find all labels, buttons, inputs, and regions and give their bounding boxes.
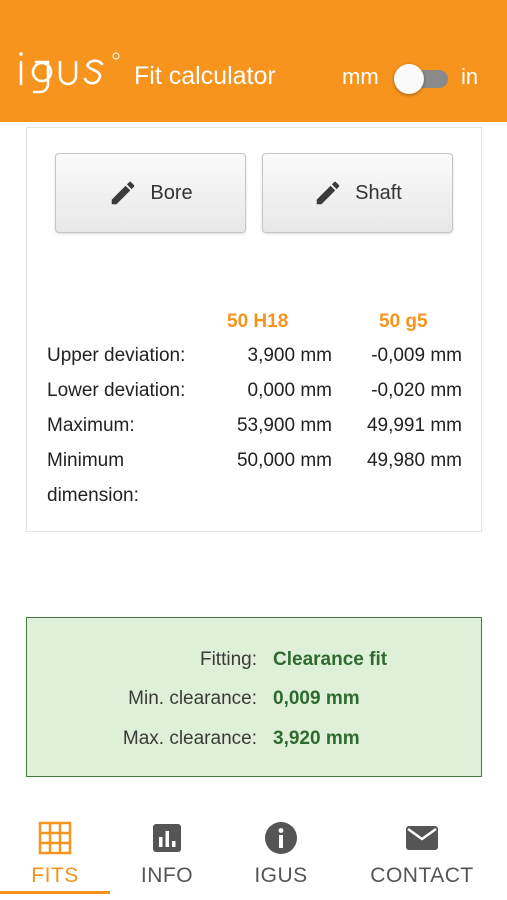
min-clearance-label: Min. clearance: <box>128 688 257 709</box>
app-title: Fit calculator <box>134 62 276 90</box>
bore-lower-deviation: 0,000 mm <box>247 380 332 401</box>
tab-igus[interactable]: IGUS <box>226 800 336 900</box>
minimum-dimension-label: Minimum <box>47 450 125 471</box>
maximum-label: Maximum: <box>47 415 135 436</box>
shaft-lower-deviation: -0,020 mm <box>371 380 462 401</box>
shaft-minimum: 49,980 mm <box>366 450 462 471</box>
tab-igus-label: IGUS <box>254 864 308 887</box>
app-header: Fit calculator mm in <box>0 0 507 122</box>
fit-result-panel: Fitting: Clearance fit Min. clearance: 0… <box>26 617 482 777</box>
tab-contact[interactable]: CONTACT <box>352 800 492 900</box>
unit-toggle[interactable] <box>394 64 448 94</box>
min-clearance-value: 0,009 mm <box>273 688 360 709</box>
unit-mm-label: mm <box>342 64 379 89</box>
pencil-icon <box>316 181 340 205</box>
envelope-icon <box>406 826 438 850</box>
lower-deviation-label: Lower deviation: <box>47 380 186 401</box>
shaft-upper-deviation: -0,009 mm <box>371 345 462 366</box>
unit-in-label: in <box>461 64 479 89</box>
active-tab-indicator <box>0 891 110 894</box>
tolerance-card: Bore Shaft 50 H18 50 g5 Upper deviation:… <box>26 127 482 532</box>
tab-contact-label: CONTACT <box>370 864 474 887</box>
pencil-icon <box>112 181 135 205</box>
upper-deviation-label: Upper deviation: <box>47 345 186 366</box>
shaft-button-label: Shaft <box>355 181 402 204</box>
bottom-tab-bar: FITS INFO IGUS CONTACT <box>0 800 507 900</box>
bar-chart-icon <box>153 824 181 852</box>
max-clearance-label: Max. clearance: <box>122 728 257 749</box>
minimum-dimension-label-line2: dimension: <box>47 485 139 506</box>
grid-icon <box>38 821 72 855</box>
tab-fits[interactable]: FITS <box>0 800 110 900</box>
max-clearance-value: 3,920 mm <box>273 728 360 749</box>
fitting-value: Clearance fit <box>273 649 388 670</box>
tab-info[interactable]: INFO <box>112 800 222 900</box>
shaft-maximum: 49,991 mm <box>366 415 462 436</box>
bore-maximum: 53,900 mm <box>236 415 332 436</box>
toggle-knob <box>394 64 424 94</box>
bore-tolerance-header: 50 H18 <box>227 311 289 332</box>
igus-logo <box>19 52 120 94</box>
bore-upper-deviation: 3,900 mm <box>247 345 332 366</box>
bore-button-label: Bore <box>150 181 193 204</box>
shaft-button[interactable]: Shaft <box>262 153 453 233</box>
bore-button[interactable]: Bore <box>55 153 246 233</box>
tab-info-label: INFO <box>140 864 194 887</box>
tab-fits-label: FITS <box>31 864 79 887</box>
shaft-tolerance-header: 50 g5 <box>379 311 428 332</box>
bore-minimum: 50,000 mm <box>236 450 332 471</box>
info-circle-icon <box>265 822 297 854</box>
fitting-label: Fitting: <box>199 649 257 670</box>
